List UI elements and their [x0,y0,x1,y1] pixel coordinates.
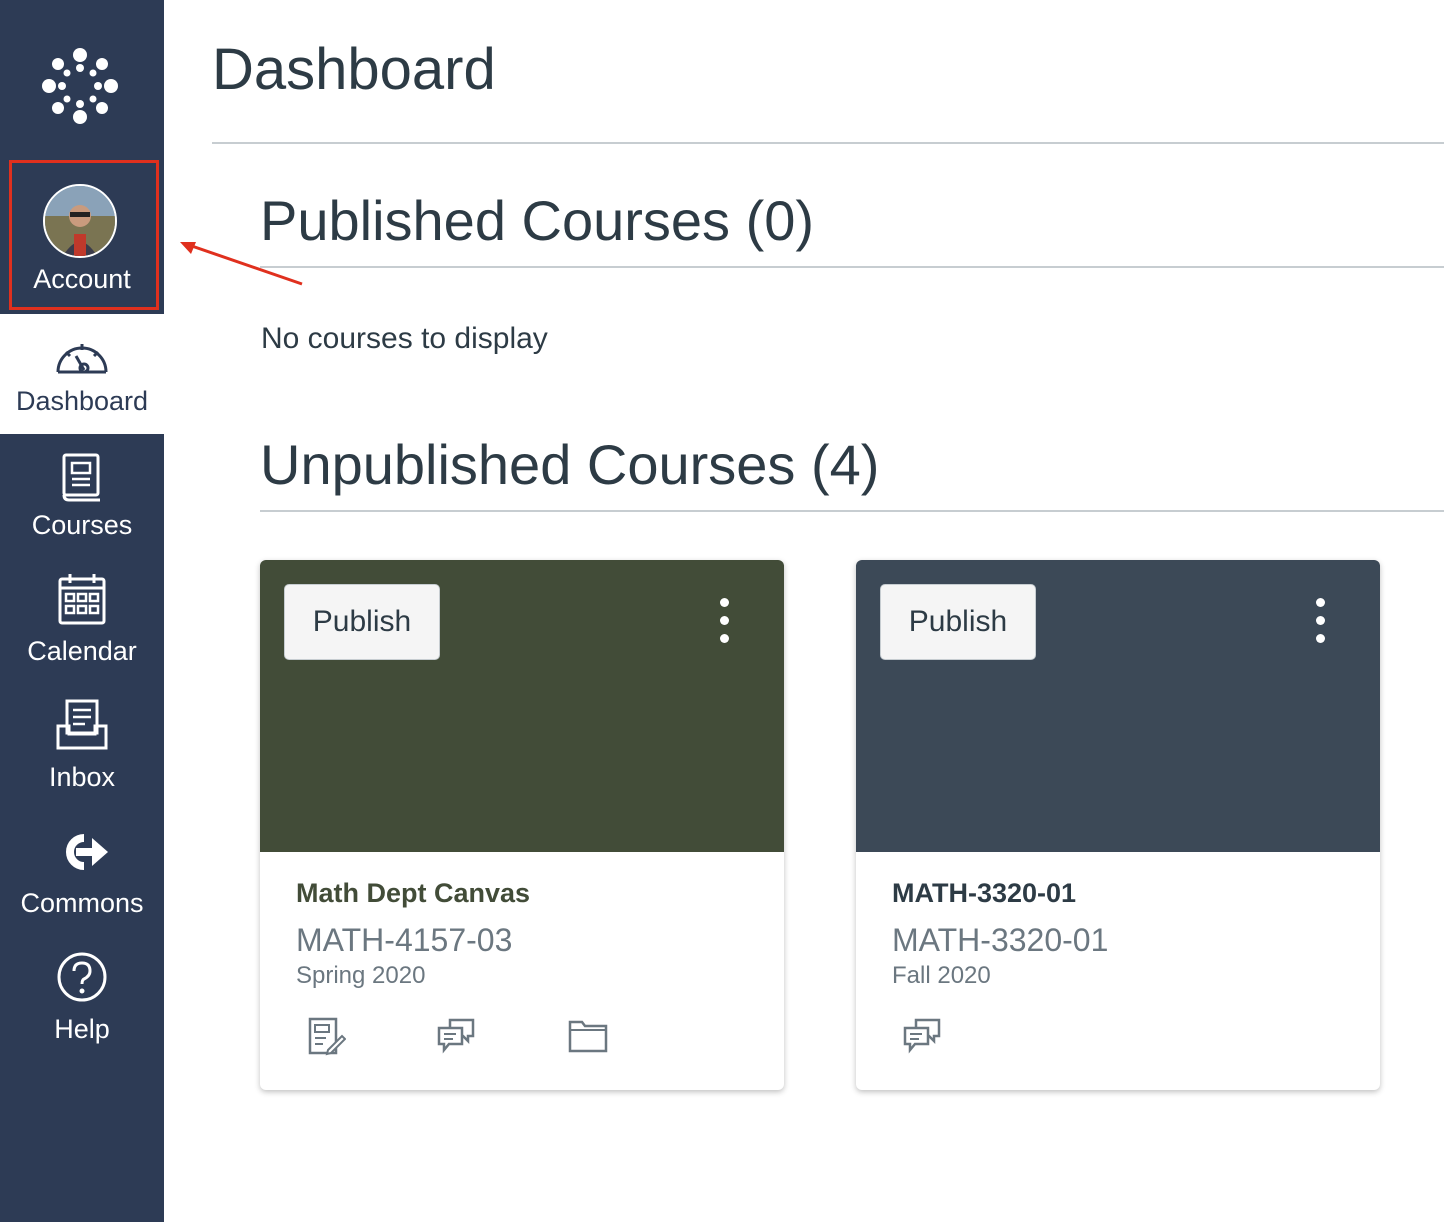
page-title: Dashboard [212,37,496,102]
course-code: MATH-4157-03 [296,922,513,958]
commons-icon [66,834,108,870]
unpublished-divider [260,510,1444,512]
publish-button[interactable]: Publish [284,584,440,660]
dashboard-icon [56,344,108,374]
nav-courses-label: Courses [31,510,133,540]
nav-account-label: Account [33,264,131,294]
assignments-icon[interactable] [306,1016,346,1056]
nav-commons[interactable]: Commons [0,814,164,934]
nav-dashboard[interactable]: Dashboard [0,314,164,434]
discussions-icon[interactable] [902,1016,942,1056]
account-avatar [43,184,117,258]
courses-icon [62,453,100,502]
course-term: Spring 2020 [296,962,426,989]
help-icon [57,952,107,1002]
unpublished-courses-heading: Unpublished Courses (4) [260,433,880,496]
card-options-icon[interactable] [1310,598,1330,646]
nav-inbox[interactable]: Inbox [0,688,164,808]
discussions-icon[interactable] [436,1016,476,1056]
nav-courses[interactable]: Courses [0,436,164,556]
inbox-icon [56,699,108,750]
nav-account[interactable]: Account [0,160,164,310]
publish-button[interactable]: Publish [880,584,1036,660]
nav-inbox-label: Inbox [48,762,116,792]
course-term: Fall 2020 [892,962,991,989]
nav-calendar-label: Calendar [27,636,137,666]
nav-dashboard-label: Dashboard [15,386,149,416]
calendar-icon [58,574,106,625]
card-options-icon[interactable] [714,598,734,646]
published-courses-heading: Published Courses (0) [260,189,815,252]
profile-photo-icon [45,186,115,256]
course-name-link[interactable]: Math Dept Canvas [296,878,530,909]
nav-calendar[interactable]: Calendar [0,562,164,682]
course-card[interactable]: Publish MATH-3320-01 MATH-3320-01 Fall 2… [856,560,1380,1090]
published-divider [260,266,1444,268]
no-courses-message: No courses to display [261,322,548,355]
nav-commons-label: Commons [20,888,144,918]
global-nav: Account Dashboard Courses Calendar Inbox… [0,0,164,1222]
nav-help[interactable]: Help [0,940,164,1060]
canvas-logo-icon[interactable] [36,42,124,130]
files-icon[interactable] [568,1016,608,1056]
course-name-link[interactable]: MATH-3320-01 [892,878,1076,909]
course-card[interactable]: Publish Math Dept Canvas MATH-4157-03 Sp… [260,560,784,1090]
nav-help-label: Help [54,1014,110,1044]
title-divider [212,142,1444,144]
course-code: MATH-3320-01 [892,922,1109,958]
